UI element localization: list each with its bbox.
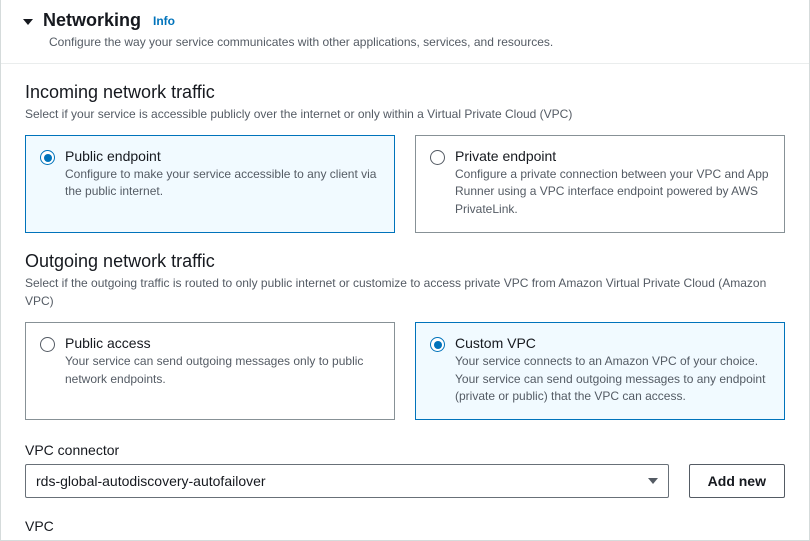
incoming-desc: Select if your service is accessible pub… [25,105,785,123]
add-new-button[interactable]: Add new [689,464,785,498]
outgoing-public-label: Public access [65,335,380,351]
vpc-connector-row: rds-global-autodiscovery-autofailover Ad… [25,464,785,498]
panel-subtitle: Configure the way your service communica… [1,31,809,63]
outgoing-custom-desc: Your service connects to an Amazon VPC o… [455,353,770,405]
vpc-connector-label: VPC connector [25,442,785,458]
outgoing-title: Outgoing network traffic [25,251,785,272]
radio-icon [40,337,55,352]
outgoing-desc: Select if the outgoing traffic is routed… [25,274,785,310]
outgoing-public-desc: Your service can send outgoing messages … [65,353,380,388]
incoming-public-label: Public endpoint [65,148,380,164]
incoming-title: Incoming network traffic [25,82,785,103]
incoming-radio-group: Public endpoint Configure to make your s… [25,135,785,233]
outgoing-public-option[interactable]: Public access Your service can send outg… [25,322,395,420]
add-new-label: Add new [708,473,766,489]
vpc-connector-value: rds-global-autodiscovery-autofailover [36,473,266,489]
info-link[interactable]: Info [153,14,175,28]
vpc-label: VPC [1,498,809,540]
radio-icon [40,150,55,165]
radio-icon [430,337,445,352]
incoming-public-desc: Configure to make your service accessibl… [65,166,380,201]
outgoing-custom-label: Custom VPC [455,335,770,351]
networking-panel: Networking Info Configure the way your s… [0,0,810,541]
caret-down-icon [23,19,33,25]
outgoing-custom-option[interactable]: Custom VPC Your service connects to an A… [415,322,785,420]
vpc-connector-select[interactable]: rds-global-autodiscovery-autofailover [25,464,669,498]
radio-icon [430,150,445,165]
outgoing-section: Outgoing network traffic Select if the o… [1,233,809,498]
incoming-private-label: Private endpoint [455,148,770,164]
incoming-private-desc: Configure a private connection between y… [455,166,770,218]
incoming-section: Incoming network traffic Select if your … [1,64,809,233]
chevron-down-icon [648,478,658,484]
outgoing-radio-group: Public access Your service can send outg… [25,322,785,420]
panel-title: Networking [43,10,141,31]
incoming-private-option[interactable]: Private endpoint Configure a private con… [415,135,785,233]
incoming-public-option[interactable]: Public endpoint Configure to make your s… [25,135,395,233]
panel-header[interactable]: Networking Info [1,0,809,31]
